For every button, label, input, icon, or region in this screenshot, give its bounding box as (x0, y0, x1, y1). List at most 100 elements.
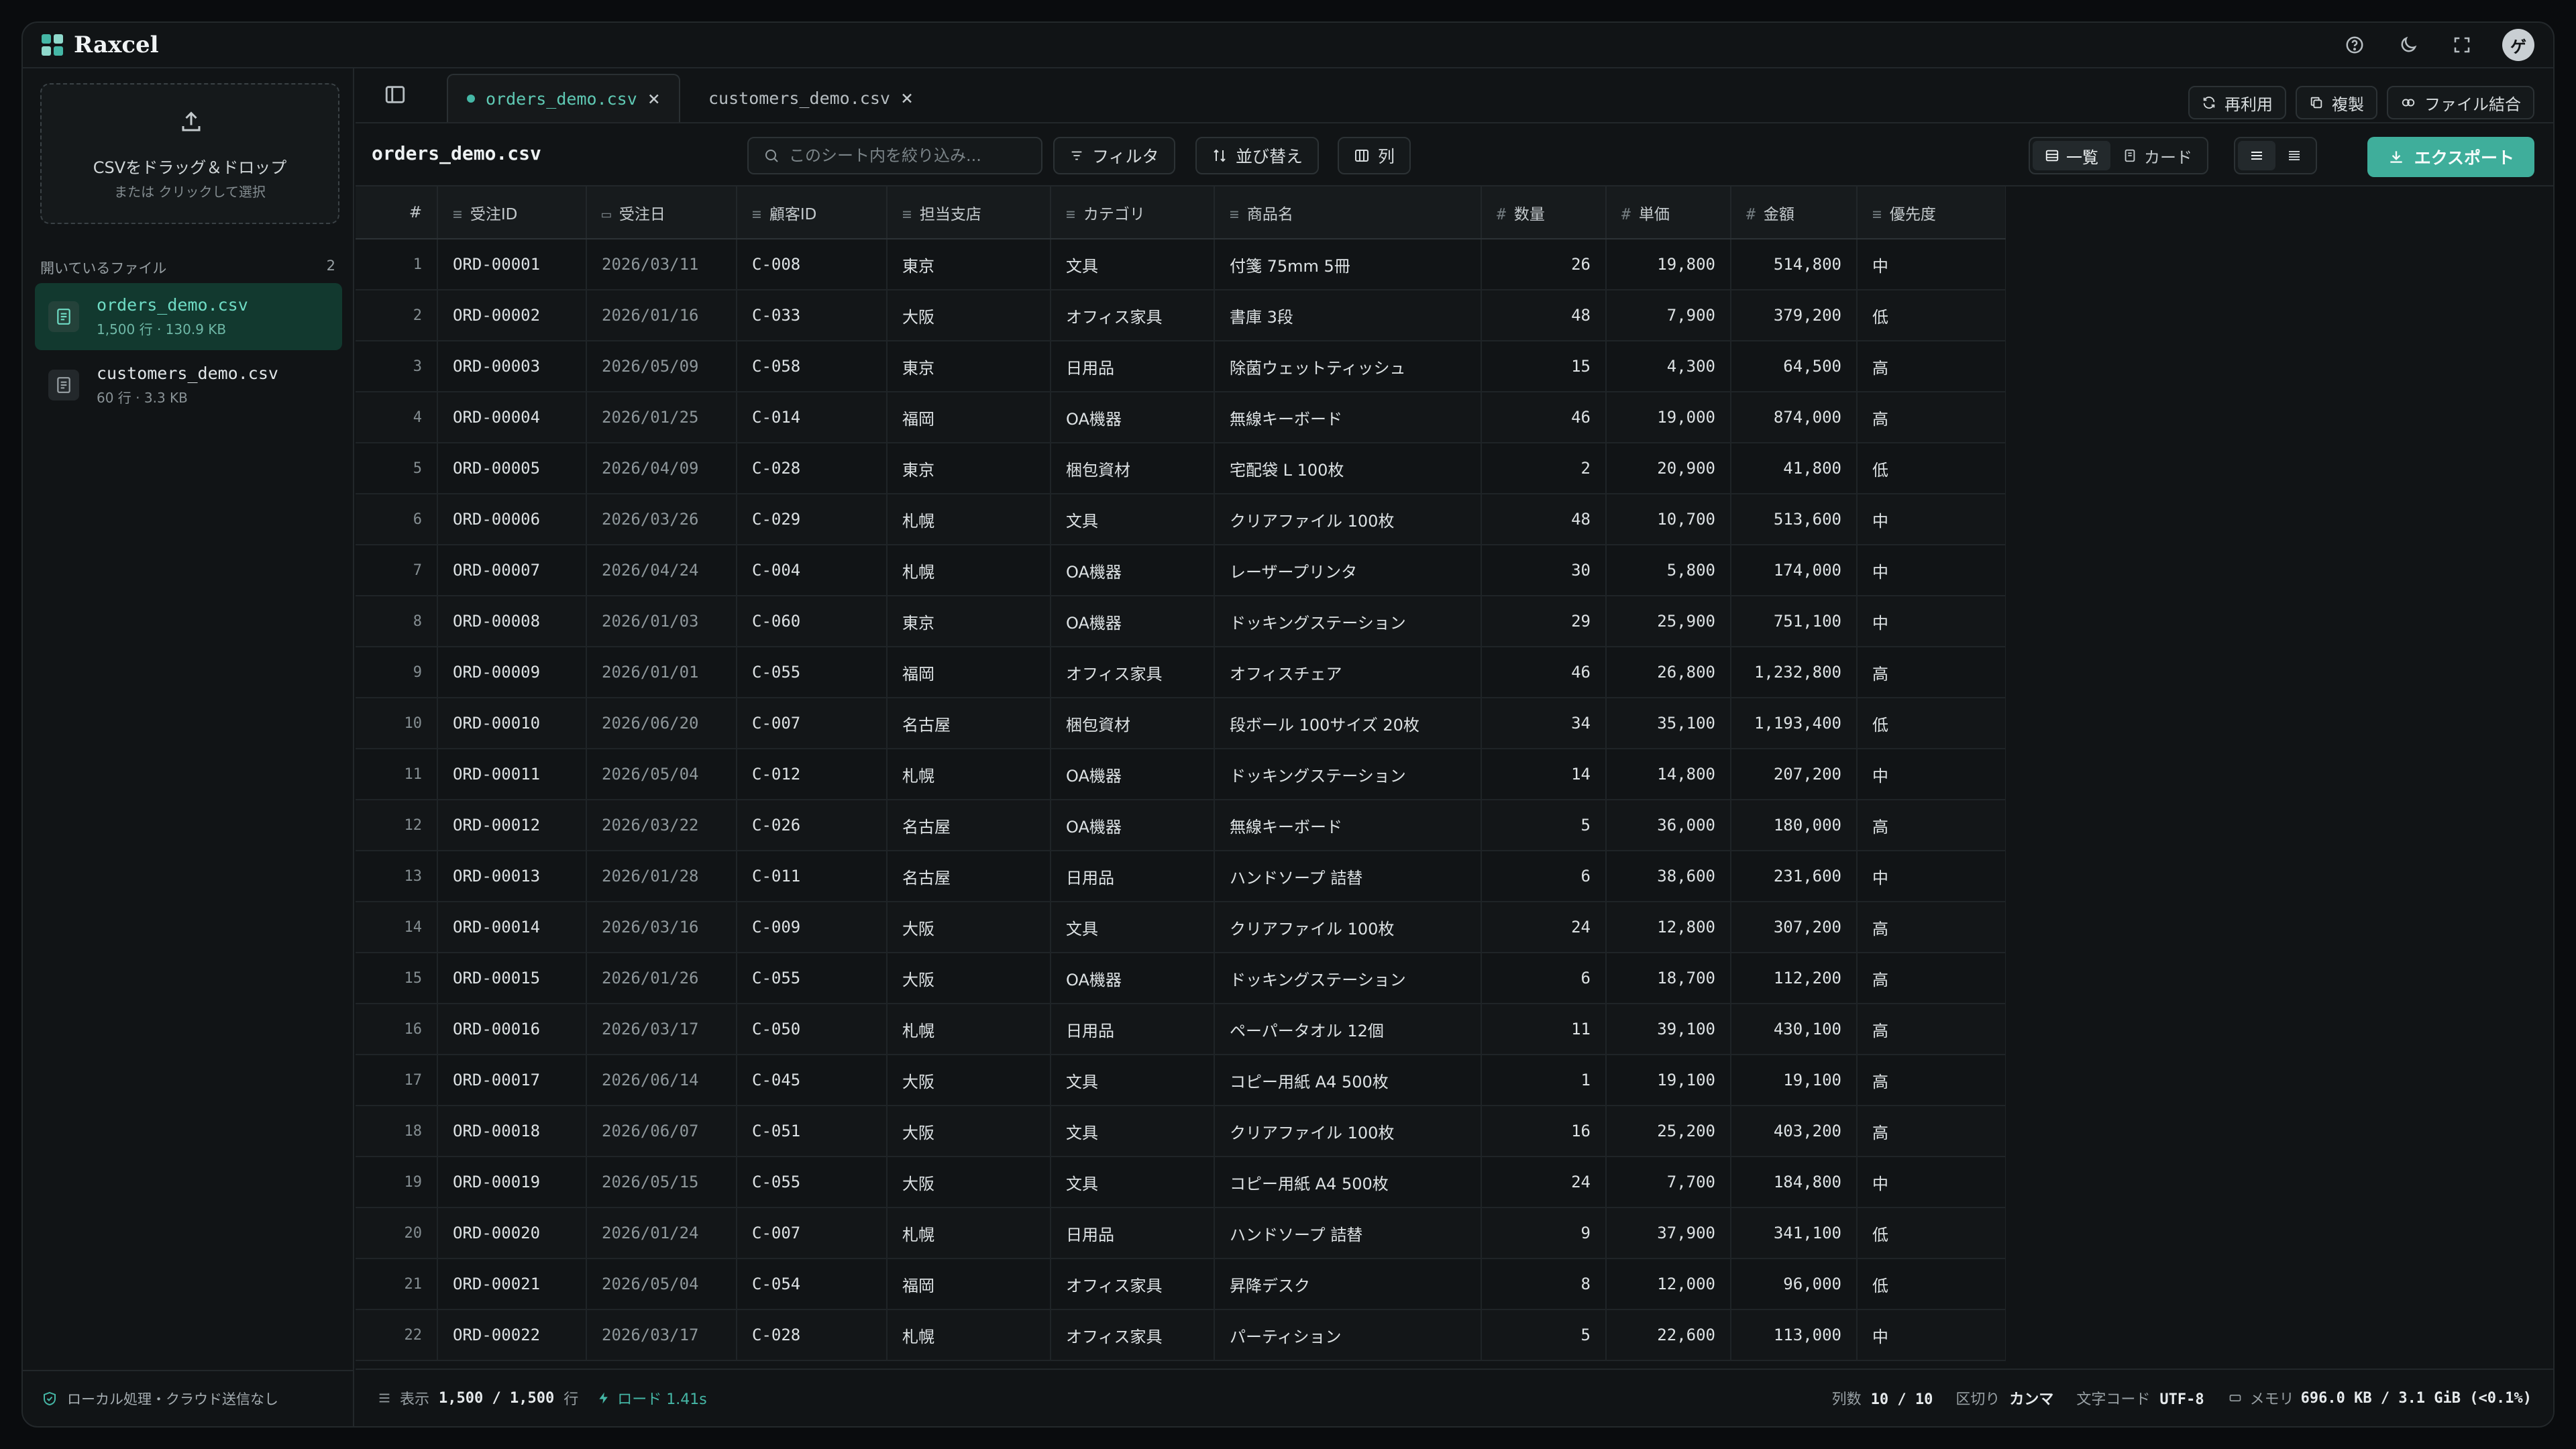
order-date-cell[interactable]: 2026/06/20 (586, 698, 737, 749)
order-date-cell[interactable]: 2026/03/22 (586, 800, 737, 851)
column-header[interactable]: ≡ 受注ID (437, 186, 587, 239)
order-id-cell[interactable]: ORD-00016 (437, 1004, 587, 1055)
table-row[interactable]: 11 ORD-00011 2026/05/04 C-012 札幌 OA機器 ドッキングステー… (356, 749, 2006, 800)
order-id-cell[interactable]: ORD-00001 (437, 239, 587, 290)
order-date-cell[interactable]: 2026/06/07 (586, 1106, 737, 1157)
branch-cell[interactable]: 福岡 (887, 392, 1051, 443)
quantity-cell[interactable]: 15 (1481, 341, 1607, 392)
amount-cell[interactable]: 64,500 (1731, 341, 1858, 392)
column-header[interactable]: ▭ 受注日 (586, 186, 737, 239)
column-header[interactable]: # 金額 (1731, 186, 1858, 239)
amount-cell[interactable]: 174,000 (1731, 545, 1858, 596)
order-id-cell[interactable]: ORD-00022 (437, 1309, 587, 1361)
order-date-cell[interactable]: 2026/05/04 (586, 749, 737, 800)
order-date-cell[interactable]: 2026/04/24 (586, 545, 737, 596)
table-row[interactable]: 16 ORD-00016 2026/03/17 C-050 札幌 日用品 ペーパータオル 1… (356, 1004, 2006, 1055)
product-cell[interactable]: ドッキングステーション (1214, 953, 1482, 1004)
customer-id-cell[interactable]: C-014 (737, 392, 888, 443)
columns-button[interactable]: 列 (1338, 137, 1411, 174)
order-date-cell[interactable]: 2026/04/09 (586, 443, 737, 494)
sidebar-toggle-icon[interactable] (384, 83, 407, 109)
category-cell[interactable]: 文具 (1051, 494, 1215, 545)
priority-cell[interactable]: 高 (1857, 953, 2006, 1004)
branch-cell[interactable]: 福岡 (887, 647, 1051, 698)
order-date-cell[interactable]: 2026/01/28 (586, 851, 737, 902)
quantity-cell[interactable]: 14 (1481, 749, 1607, 800)
order-date-cell[interactable]: 2026/01/01 (586, 647, 737, 698)
customer-id-cell[interactable]: C-051 (737, 1106, 888, 1157)
order-id-cell[interactable]: ORD-00011 (437, 749, 587, 800)
order-id-cell[interactable]: ORD-00013 (437, 851, 587, 902)
priority-cell[interactable]: 低 (1857, 1208, 2006, 1259)
branch-cell[interactable]: 札幌 (887, 494, 1051, 545)
category-cell[interactable]: OA機器 (1051, 545, 1215, 596)
unit-price-cell[interactable]: 14,800 (1606, 749, 1731, 800)
table-row[interactable]: 20 ORD-00020 2026/01/24 C-007 札幌 日用品 ハンドソープ 詰替… (356, 1208, 2006, 1259)
product-cell[interactable]: 昇降デスク (1214, 1258, 1482, 1310)
category-cell[interactable]: OA機器 (1051, 392, 1215, 443)
priority-cell[interactable]: 高 (1857, 392, 2006, 443)
help-icon[interactable] (2341, 32, 2368, 58)
unit-price-cell[interactable]: 36,000 (1606, 800, 1731, 851)
branch-cell[interactable]: 札幌 (887, 749, 1051, 800)
order-id-cell[interactable]: ORD-00014 (437, 902, 587, 953)
table-row[interactable]: 18 ORD-00018 2026/06/07 C-051 大阪 文具 クリアファイル 10… (356, 1106, 2006, 1157)
branch-cell[interactable]: 東京 (887, 341, 1051, 392)
amount-cell[interactable]: 379,200 (1731, 290, 1858, 341)
user-avatar[interactable]: ゲ (2502, 29, 2534, 61)
category-cell[interactable]: 日用品 (1051, 1004, 1215, 1055)
table-row[interactable]: 10 ORD-00010 2026/06/20 C-007 名古屋 梱包資材 段ボール 10… (356, 698, 2006, 749)
amount-cell[interactable]: 231,600 (1731, 851, 1858, 902)
order-date-cell[interactable]: 2026/01/25 (586, 392, 737, 443)
branch-cell[interactable]: 札幌 (887, 1309, 1051, 1361)
order-date-cell[interactable]: 2026/05/09 (586, 341, 737, 392)
branch-cell[interactable]: 名古屋 (887, 800, 1051, 851)
order-date-cell[interactable]: 2026/06/14 (586, 1055, 737, 1106)
filter-button[interactable]: フィルタ (1053, 137, 1175, 174)
amount-cell[interactable]: 184,800 (1731, 1157, 1858, 1208)
priority-cell[interactable]: 中 (1857, 596, 2006, 647)
table-row[interactable]: 14 ORD-00014 2026/03/16 C-009 大阪 文具 クリアファイル 10… (356, 902, 2006, 953)
category-cell[interactable]: OA機器 (1051, 596, 1215, 647)
column-header[interactable]: # 単価 (1606, 186, 1731, 239)
order-id-cell[interactable]: ORD-00003 (437, 341, 587, 392)
priority-cell[interactable]: 高 (1857, 1106, 2006, 1157)
product-cell[interactable]: コピー用紙 A4 500枚 (1214, 1157, 1482, 1208)
order-id-cell[interactable]: ORD-00009 (437, 647, 587, 698)
branch-cell[interactable]: 福岡 (887, 1258, 1051, 1310)
branch-cell[interactable]: 東京 (887, 443, 1051, 494)
sheet-search[interactable] (747, 137, 1042, 174)
branch-cell[interactable]: 大阪 (887, 1055, 1051, 1106)
category-cell[interactable]: 梱包資材 (1051, 443, 1215, 494)
order-id-cell[interactable]: ORD-00007 (437, 545, 587, 596)
close-icon[interactable]: × (901, 87, 913, 110)
amount-cell[interactable]: 180,000 (1731, 800, 1858, 851)
amount-cell[interactable]: 41,800 (1731, 443, 1858, 494)
quantity-cell[interactable]: 46 (1481, 647, 1607, 698)
customer-id-cell[interactable]: C-007 (737, 698, 888, 749)
unit-price-cell[interactable]: 10,700 (1606, 494, 1731, 545)
column-header[interactable]: ≡ 担当支店 (887, 186, 1051, 239)
product-cell[interactable]: オフィスチェア (1214, 647, 1482, 698)
table-row[interactable]: 12 ORD-00012 2026/03/22 C-026 名古屋 OA機器 無線キーボード… (356, 800, 2006, 851)
order-id-cell[interactable]: ORD-00012 (437, 800, 587, 851)
unit-price-cell[interactable]: 19,000 (1606, 392, 1731, 443)
amount-cell[interactable]: 1,193,400 (1731, 698, 1858, 749)
quantity-cell[interactable]: 1 (1481, 1055, 1607, 1106)
quantity-cell[interactable]: 6 (1481, 851, 1607, 902)
quantity-cell[interactable]: 29 (1481, 596, 1607, 647)
column-header[interactable]: ≡ 商品名 (1214, 186, 1482, 239)
amount-cell[interactable]: 112,200 (1731, 953, 1858, 1004)
order-date-cell[interactable]: 2026/01/26 (586, 953, 737, 1004)
category-cell[interactable]: オフィス家具 (1051, 647, 1215, 698)
unit-price-cell[interactable]: 25,900 (1606, 596, 1731, 647)
product-cell[interactable]: ハンドソープ 詰替 (1214, 851, 1482, 902)
amount-cell[interactable]: 874,000 (1731, 392, 1858, 443)
unit-price-cell[interactable]: 39,100 (1606, 1004, 1731, 1055)
category-cell[interactable]: OA機器 (1051, 749, 1215, 800)
amount-cell[interactable]: 430,100 (1731, 1004, 1858, 1055)
quantity-cell[interactable]: 30 (1481, 545, 1607, 596)
category-cell[interactable]: オフィス家具 (1051, 290, 1215, 341)
customer-id-cell[interactable]: C-028 (737, 443, 888, 494)
product-cell[interactable]: ドッキングステーション (1214, 749, 1482, 800)
